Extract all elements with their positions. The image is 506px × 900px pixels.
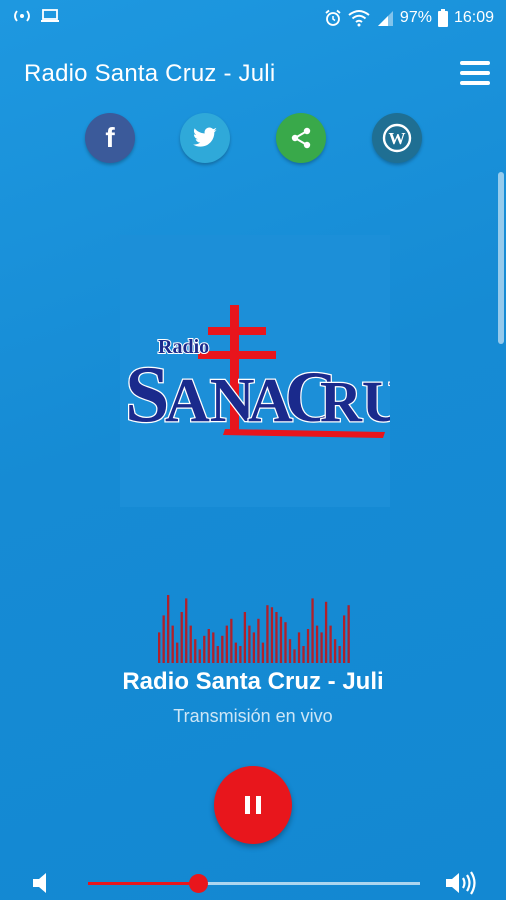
equalizer-bar (279, 616, 283, 663)
menu-button[interactable] (458, 58, 492, 88)
equalizer-bar (347, 605, 350, 663)
equalizer-bar (252, 632, 256, 663)
pause-button[interactable] (214, 766, 292, 844)
facebook-button[interactable]: f (85, 113, 135, 163)
equalizer-visualizer (158, 595, 350, 663)
equalizer-bar (275, 612, 278, 663)
equalizer-bar (342, 615, 346, 663)
equalizer-bar (225, 625, 228, 663)
equalizer-bar (293, 649, 296, 663)
app-screen: 97% 16:09 Radio Santa Cruz - Juli f W S … (0, 0, 506, 900)
equalizer-bar (212, 632, 215, 663)
volume-up-icon[interactable] (444, 870, 478, 896)
equalizer-bar (261, 642, 265, 663)
twitter-icon (192, 127, 217, 147)
station-logo: S AN A C RUZ Radio (120, 235, 390, 507)
equalizer-bar (320, 632, 323, 663)
equalizer-bar (180, 612, 183, 663)
equalizer-bar (329, 625, 332, 663)
equalizer-bar (239, 646, 242, 663)
equalizer-bar (324, 601, 328, 663)
equalizer-bar (221, 635, 224, 663)
equalizer-bar (198, 649, 201, 663)
wordpress-icon: W (382, 123, 412, 153)
stream-status: Transmisión en vivo (173, 706, 333, 726)
signal-icon (377, 11, 393, 26)
equalizer-bar (234, 642, 238, 663)
scrollbar[interactable] (498, 172, 504, 344)
status-bar: 97% 16:09 (0, 0, 506, 36)
logo-small-text: Radio (158, 336, 209, 358)
equalizer-bar (270, 607, 274, 663)
equalizer-bar (257, 618, 260, 663)
wordpress-button[interactable]: W (372, 113, 422, 163)
svg-text:W: W (389, 129, 406, 148)
equalizer-bar (216, 646, 219, 663)
equalizer-bar (266, 605, 269, 663)
equalizer-bar (203, 635, 206, 663)
equalizer-bar (176, 642, 179, 663)
svg-text:RUZ: RUZ (320, 369, 390, 434)
equalizer-bar (333, 639, 337, 663)
equalizer-bar (311, 598, 314, 663)
app-bar: Radio Santa Cruz - Juli (0, 52, 506, 98)
wifi-icon (348, 10, 370, 27)
app-title: Radio Santa Cruz - Juli (24, 60, 276, 87)
equalizer-bar (162, 615, 165, 663)
logo-main-text-s: S (125, 351, 170, 439)
battery-percent: 97% (399, 9, 432, 26)
equalizer-bar (158, 632, 161, 663)
volume-down-icon[interactable] (30, 870, 52, 896)
equalizer-bar (284, 622, 287, 663)
equalizer-bar (243, 612, 247, 663)
clock: 16:09 (453, 9, 494, 26)
volume-row (0, 866, 506, 900)
status-left (12, 8, 60, 24)
equalizer-bar (288, 639, 292, 663)
equalizer-bar (207, 629, 210, 663)
battery-icon (437, 9, 448, 27)
equalizer-bar (189, 625, 192, 663)
santa-cruz-logo-art: S AN A C RUZ Radio (124, 305, 390, 440)
alarm-icon (325, 9, 341, 26)
share-icon (291, 127, 311, 149)
social-bar: f W (0, 113, 506, 165)
station-name: Radio Santa Cruz - Juli (122, 668, 384, 695)
volume-slider-fill (88, 882, 198, 885)
equalizer-bar (185, 598, 188, 663)
status-right: 97% 16:09 (324, 8, 494, 28)
twitter-button[interactable] (180, 113, 230, 163)
facebook-icon: f (105, 122, 115, 153)
equalizer-bar (338, 646, 341, 663)
equalizer-bar (297, 632, 301, 663)
equalizer-bar (306, 629, 310, 663)
share-button[interactable] (276, 113, 326, 163)
equalizer-bar (315, 625, 319, 663)
svg-text:AN: AN (165, 367, 255, 435)
equalizer-bar (248, 625, 251, 663)
equalizer-bar (194, 639, 197, 663)
laptop-icon (41, 9, 59, 22)
volume-slider[interactable] (88, 874, 420, 893)
equalizer-bar (171, 625, 174, 663)
equalizer-bar (302, 646, 305, 663)
equalizer-bar (167, 595, 170, 663)
volume-slider-thumb[interactable] (188, 874, 208, 893)
pause-icon (245, 796, 261, 814)
equalizer-bar (230, 618, 233, 663)
broadcast-icon (14, 10, 30, 22)
